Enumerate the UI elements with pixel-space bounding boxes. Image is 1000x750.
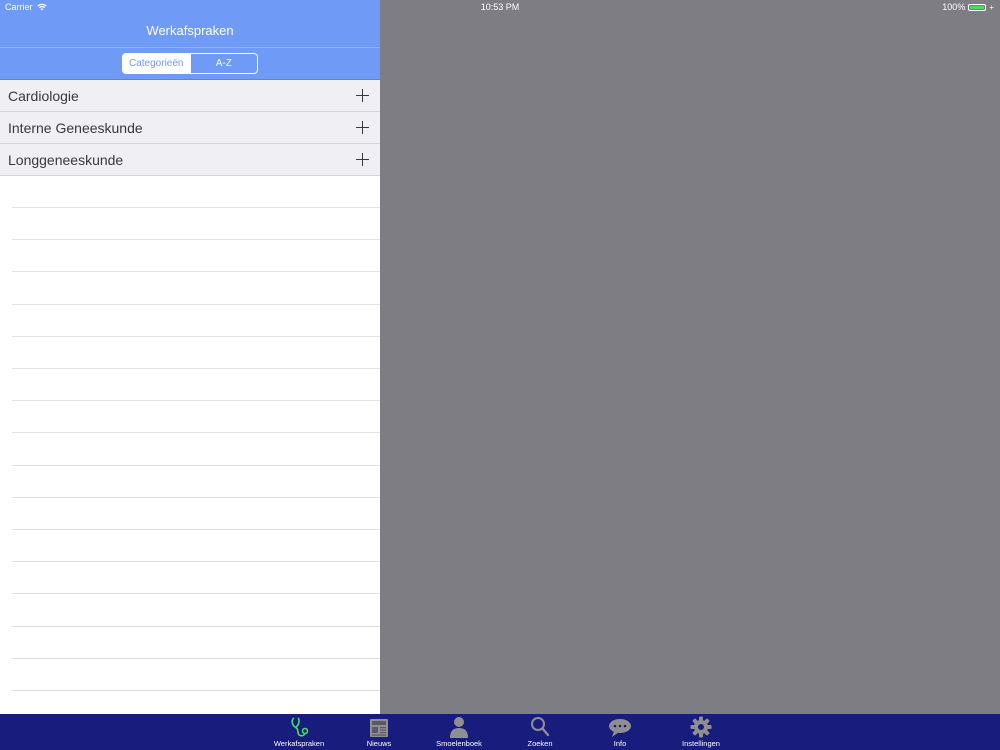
segment-a-z[interactable]: A-Z: [189, 54, 258, 73]
stethoscope-icon: [291, 717, 309, 737]
table-separator: [12, 497, 380, 498]
tab-label: Info: [613, 739, 627, 748]
tab-smoelenboek[interactable]: Smoelenboek: [419, 714, 499, 750]
newspaper-icon: [370, 719, 388, 737]
status-bar: Carrier 10:53 PM 100% +: [0, 0, 1000, 16]
table-separator: [12, 658, 380, 659]
tab-label: Nieuws: [366, 739, 392, 748]
person-icon: [450, 717, 468, 738]
table-separator: [12, 207, 380, 208]
category-list: Cardiologie Interne Geneeskunde Longgene…: [0, 80, 380, 176]
gear-icon: [690, 716, 712, 738]
category-label: Interne Geneeskunde: [8, 119, 143, 136]
table-separator: [12, 368, 380, 369]
plus-icon[interactable]: [356, 89, 369, 102]
battery-fill: [970, 5, 985, 9]
tab-label: Werkafspraken: [273, 739, 325, 748]
category-row-longgeneeskunde[interactable]: Longgeneeskunde: [0, 144, 380, 176]
table-separator: [12, 304, 380, 305]
tab-zoeken[interactable]: Zoeken: [500, 714, 580, 750]
empty-table-area: [0, 176, 380, 714]
battery-percent: 100%: [942, 2, 966, 12]
battery-icon: [968, 3, 987, 11]
segmented-control: Categorieën A-Z: [122, 53, 258, 74]
tab-info[interactable]: Info: [580, 714, 660, 750]
plus-icon[interactable]: [356, 121, 369, 134]
clock: 10:53 PM: [480, 2, 520, 12]
table-separator: [12, 529, 380, 530]
table-separator: [12, 271, 380, 272]
tab-bar: Werkafspraken Nieuws Smoelenboek Zoeken …: [0, 714, 1000, 750]
table-separator: [12, 465, 380, 466]
table-separator: [12, 626, 380, 627]
tab-label: Zoeken: [527, 739, 553, 748]
table-separator: [12, 561, 380, 562]
tab-werkafspraken[interactable]: Werkafspraken: [259, 714, 339, 750]
master-pane: Werkafspraken Categorieën A-Z Cardiologi…: [0, 0, 380, 714]
table-separator: [12, 432, 380, 433]
table-separator: [12, 400, 380, 401]
table-separator: [12, 593, 380, 594]
category-row-interne-geneeskunde[interactable]: Interne Geneeskunde: [0, 112, 380, 144]
table-separator: [12, 336, 380, 337]
search-icon: [531, 717, 550, 737]
tab-instellingen[interactable]: Instellingen: [661, 714, 741, 750]
page-title: Werkafspraken: [146, 23, 234, 38]
segment-categorieen[interactable]: Categorieën: [123, 54, 190, 73]
tab-label: Instellingen: [682, 739, 720, 748]
table-separator: [12, 690, 380, 691]
chat-bubble-icon: [609, 719, 631, 737]
tab-label: Smoelenboek: [436, 739, 482, 748]
plus-icon[interactable]: [356, 153, 369, 166]
table-separator: [12, 239, 380, 240]
tab-nieuws[interactable]: Nieuws: [339, 714, 419, 750]
nav-divider: [0, 47, 380, 48]
detail-pane: [380, 0, 1000, 714]
category-row-cardiologie[interactable]: Cardiologie: [0, 80, 380, 112]
category-label: Longgeneeskunde: [8, 151, 124, 168]
category-label: Cardiologie: [8, 87, 79, 104]
charging-icon: +: [989, 2, 994, 12]
